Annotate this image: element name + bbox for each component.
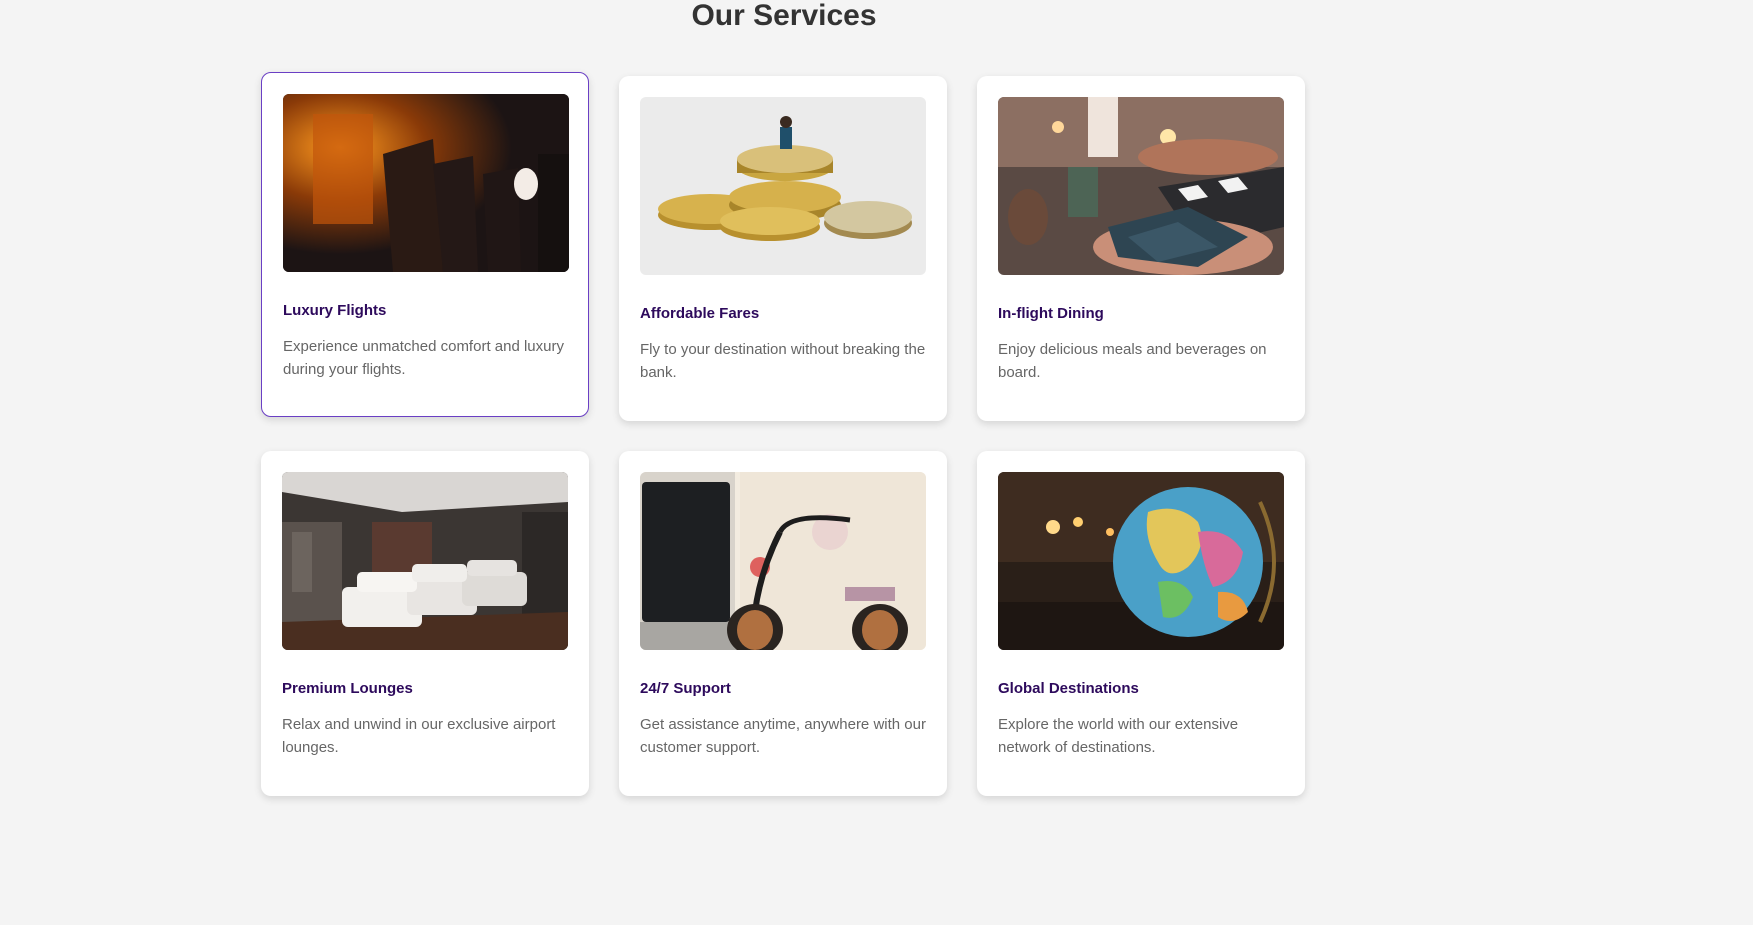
card-description: Get assistance anytime, anywhere with ou… [640, 716, 926, 756]
airplane-cabin-image [283, 94, 569, 272]
service-card-luxury-flights[interactable]: Luxury Flights Experience unmatched comf… [261, 72, 589, 417]
service-card-affordable-fares[interactable]: Affordable Fares Fly to your destination… [619, 76, 947, 421]
card-description: Relax and unwind in our exclusive airpor… [282, 716, 556, 756]
service-card-support[interactable]: 24/7 Support Get assistance anytime, any… [619, 451, 947, 796]
service-card-global-destinations[interactable]: Global Destinations Explore the world wi… [977, 451, 1305, 796]
card-title: Premium Lounges [282, 680, 413, 697]
card-description: Fly to your destination without breaking… [640, 341, 926, 381]
dining-table-image [998, 97, 1284, 275]
card-description: Enjoy delicious meals and beverages on b… [998, 341, 1267, 381]
service-card-inflight-dining[interactable]: In-flight Dining Enjoy delicious meals a… [977, 76, 1305, 421]
card-description: Explore the world with our extensive net… [998, 716, 1239, 756]
card-title: Global Destinations [998, 680, 1139, 697]
service-card-premium-lounges[interactable]: Premium Lounges Relax and unwind in our … [261, 451, 589, 796]
card-title: 24/7 Support [640, 680, 731, 697]
coins-stack-image [640, 97, 926, 275]
card-title: Affordable Fares [640, 305, 760, 322]
section-title: Our Services [691, 0, 877, 32]
lounge-seats-image [282, 472, 568, 650]
card-description: Experience unmatched comfort and luxury … [283, 338, 564, 378]
card-title: Luxury Flights [283, 302, 387, 319]
headset-image [640, 472, 926, 650]
card-title: In-flight Dining [998, 305, 1104, 322]
globe-image [998, 472, 1284, 650]
services-section: Our Services Luxury Flights Experience u… [0, 0, 1753, 925]
